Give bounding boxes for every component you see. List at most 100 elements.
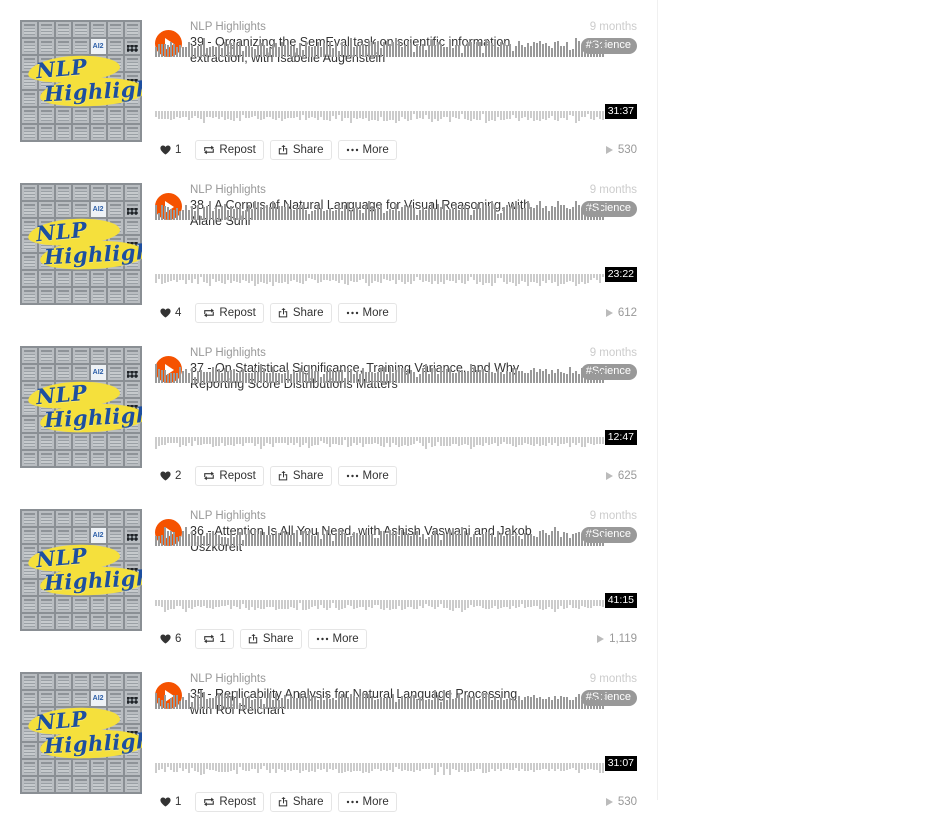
track-artwork[interactable]: AI2 NLP Highlights (20, 183, 142, 305)
more-button[interactable]: More (337, 303, 397, 323)
waveform-bar-top (593, 214, 595, 220)
like-button[interactable]: 2 (155, 466, 190, 486)
waveform-bar-top (242, 211, 244, 220)
artist-name[interactable]: NLP Highlights (190, 509, 545, 524)
repost-button[interactable]: Repost (195, 466, 264, 486)
play-count-value: 612 (617, 307, 637, 319)
waveform-bar-top (338, 51, 340, 57)
waveform-bar-bottom (386, 763, 388, 771)
waveform[interactable]: 12:47 (155, 364, 637, 456)
waveform-bar-top (263, 206, 265, 220)
waveform-bar-top (305, 698, 307, 709)
repost-button[interactable]: Repost (195, 140, 264, 160)
repost-button[interactable]: 1 (195, 629, 234, 649)
waveform-bar-bottom (389, 763, 391, 770)
waveform-bar-top (473, 44, 475, 57)
waveform-bar-top (173, 373, 175, 383)
waveform-bar-bottom (272, 763, 274, 769)
artist-name[interactable]: NLP Highlights (190, 672, 545, 687)
waveform-bars (155, 690, 637, 782)
waveform-bar-bottom (194, 437, 196, 441)
waveform-bar-top (248, 696, 250, 709)
waveform-bar-top (446, 534, 448, 546)
waveform-bar-top (350, 694, 352, 709)
waveform-bar-bottom (539, 763, 541, 770)
share-button[interactable]: Share (269, 792, 332, 812)
waveform-bar-top (368, 372, 370, 383)
waveform-bar-bottom (254, 111, 256, 116)
waveform-bar-bottom (569, 111, 571, 115)
like-button[interactable]: 4 (155, 303, 190, 323)
share-button[interactable]: Share (239, 629, 302, 649)
track-artwork[interactable]: AI2 NLP Highlights (20, 509, 142, 631)
waveform-bar-top (278, 533, 280, 546)
waveform-bar-bottom (272, 437, 274, 447)
waveform-bar-bottom (584, 600, 586, 607)
waveform-bar-bottom (527, 437, 529, 444)
waveform-bar-bottom (494, 600, 496, 606)
artwork-paper-tile (90, 270, 106, 286)
artwork-paper-tile (107, 776, 123, 792)
track-artwork[interactable]: AI2 NLP Highlights (20, 20, 142, 142)
waveform-bar-top (209, 533, 211, 546)
waveform-bar-top (443, 47, 445, 57)
artwork-paper-tile (73, 348, 89, 364)
waveform-bar-top (428, 537, 430, 546)
artwork-paper-tile (56, 185, 72, 201)
more-button[interactable]: More (337, 466, 397, 486)
artwork-paper-tile (39, 365, 55, 381)
waveform-bar-top (389, 367, 391, 383)
waveform[interactable]: 41:15 (155, 527, 637, 619)
share-button[interactable]: Share (269, 466, 332, 486)
waveform-bar-top (170, 698, 172, 709)
waveform-bar-top (587, 699, 589, 709)
waveform-bar-top (317, 42, 319, 57)
waveform[interactable]: 23:22 (155, 201, 637, 293)
artist-name[interactable]: NLP Highlights (190, 183, 545, 198)
share-button[interactable]: Share (269, 140, 332, 160)
artwork-paper-tile (90, 348, 106, 364)
duration-badge: 12:47 (604, 430, 637, 445)
waveform-bar-bottom (164, 763, 166, 772)
waveform-bar-top (296, 373, 298, 383)
waveform-bar-top (269, 693, 271, 709)
track-artwork[interactable]: AI2 NLP Highlights (20, 672, 142, 794)
more-button[interactable]: More (337, 792, 397, 812)
artwork-paper-tile (22, 433, 38, 449)
waveform-bar-top (473, 534, 475, 546)
like-button[interactable]: 1 (155, 140, 190, 160)
artist-name[interactable]: NLP Highlights (190, 20, 545, 35)
repost-button[interactable]: Repost (195, 303, 264, 323)
waveform-bar-top (578, 374, 580, 383)
waveform-bar-bottom (515, 274, 517, 286)
waveform-bar-bottom (242, 763, 244, 770)
waveform-bar-bottom (530, 437, 532, 445)
more-button[interactable]: More (337, 140, 397, 160)
waveform-bar-bottom (413, 600, 415, 609)
waveform[interactable]: 31:37 (155, 38, 637, 130)
waveform-bar-top (260, 699, 262, 709)
artist-name[interactable]: NLP Highlights (190, 346, 545, 361)
waveform-bar-top (329, 208, 331, 220)
waveform[interactable]: 31:07 (155, 690, 637, 782)
waveform-bar-top (221, 373, 223, 383)
waveform-bar-bottom (587, 274, 589, 283)
waveform-bar-top (482, 369, 484, 383)
waveform-bar-bottom (515, 111, 517, 118)
waveform-bar-top (380, 369, 382, 383)
artwork-paper-tile (90, 759, 106, 775)
waveform-bar-bottom (560, 763, 562, 771)
artwork-paper-tile (90, 287, 106, 303)
like-button[interactable]: 6 (155, 629, 190, 649)
waveform-bar-bottom (428, 600, 430, 606)
waveform-bar-top (401, 530, 403, 546)
waveform-bar-top (476, 537, 478, 546)
waveform-bar-bottom (266, 111, 268, 117)
repost-button[interactable]: Repost (195, 792, 264, 812)
like-button[interactable]: 1 (155, 792, 190, 812)
waveform-bar-bottom (197, 600, 199, 606)
share-button[interactable]: Share (269, 303, 332, 323)
more-button[interactable]: More (307, 629, 367, 649)
track-artwork[interactable]: AI2 NLP Highlights (20, 346, 142, 468)
waveform-bar-top (530, 207, 532, 220)
